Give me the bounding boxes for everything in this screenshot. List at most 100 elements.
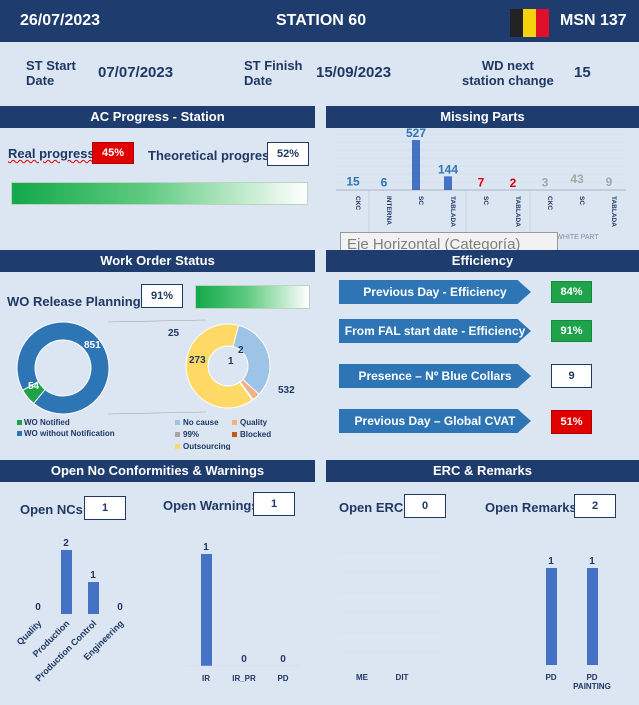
missing-parts-value: 7 [478, 175, 485, 189]
open-remarks-label: Open Remarks [485, 500, 577, 515]
missing-parts-bar [412, 140, 420, 190]
missing-parts-category: SC [482, 196, 489, 205]
bar [88, 582, 99, 614]
top-bar: 26/07/2023 STATION 60 MSN 137 [0, 0, 639, 42]
bar-category: IR_PR [232, 674, 256, 683]
wo-donut-charts: 851 54 25 273 21 532 WO Notified WO without Not… [16, 319, 295, 451]
open-ncs-label: Open NCs [20, 502, 83, 517]
connector-line [107, 411, 207, 415]
missing-parts-category: INTERNA [385, 196, 392, 225]
legend-swatch [17, 431, 22, 436]
legend-swatch [232, 420, 237, 425]
missing-parts-chart-area: 15 CKC 6 INTERNA 527 SC 144 TABLADA 7 SC 2 TABLADA 3… [326, 126, 639, 248]
bar-value: 0 [241, 654, 247, 665]
bar-value: 0 [280, 654, 286, 665]
eff-row-2-label: Presence – Nº Blue Collars [339, 364, 531, 388]
bar-category: IR [202, 674, 210, 683]
legend-label: WO Notified [24, 418, 70, 427]
missing-parts-category: TABLADA [610, 196, 617, 227]
bar-category: PD [586, 673, 597, 682]
donut2-label: 1 [228, 356, 234, 367]
legend-swatch [175, 432, 180, 437]
bar [587, 568, 598, 665]
legend-label: Outsourcing [183, 442, 231, 450]
open-warnings-label: Open Warnings [163, 498, 259, 513]
bar-value: 0 [35, 602, 41, 613]
missing-parts-value: 144 [438, 162, 458, 176]
station-title: STATION 60 [276, 12, 367, 29]
donut2-label: 273 [189, 355, 206, 366]
real-progress-label: Real progress [8, 146, 95, 161]
eff-row-3-value: 51% [551, 410, 592, 434]
wo-release-bar [195, 285, 310, 309]
legend-label: No cause [183, 418, 219, 427]
open-erc-value: 0 [404, 494, 446, 518]
bar [61, 550, 72, 614]
nc-charts: 0Quality2Production1Production Control0E… [15, 538, 300, 683]
efficiency-header: Efficiency [326, 250, 639, 272]
erc-charts-area: ME DIT 1 PD 1 PD PAINTING [326, 525, 639, 700]
missing-parts-category: TABLADA [449, 196, 456, 227]
start-date-value: 07/07/2023 [98, 64, 174, 81]
wd-next-value: 15 [574, 64, 591, 81]
eff-row-3-label: Previous Day – Global CVAT [339, 409, 531, 433]
bar [201, 554, 212, 666]
bar-category: DIT [396, 673, 409, 682]
donut2-label: 25 [168, 328, 180, 339]
start-date-label: ST Start Date [26, 58, 76, 88]
legend-label: Blocked [240, 430, 271, 439]
connector-line [107, 319, 207, 323]
open-remarks-value: 2 [574, 494, 616, 518]
missing-parts-category: CKC [546, 196, 553, 210]
ac-progress-header: AC Progress - Station [0, 106, 315, 128]
nc-charts-area: 0 Quality 2 Production 1 Production Control 0 E… [0, 525, 315, 700]
bar [546, 568, 557, 665]
missing-parts-header: Missing Parts [326, 106, 639, 128]
bar-category: PD [277, 674, 288, 683]
real-progress-value: 45% [92, 142, 134, 164]
missing-parts-category: TABLADA [514, 196, 521, 227]
eff-row-1-label: From FAL start date - Efficiency [339, 319, 531, 343]
missing-parts-value: 6 [381, 175, 388, 189]
missing-parts-value: 9 [606, 175, 613, 189]
report-date: 26/07/2023 [20, 12, 101, 29]
missing-parts-group: WHITE PART [556, 234, 599, 241]
belgium-flag-icon [510, 9, 549, 37]
eff-row-0-label: Previous Day - Efficiency [339, 280, 531, 304]
theoretical-progress-label: Theoretical progress [148, 148, 277, 163]
missing-parts-value: 3 [542, 176, 549, 190]
erc-header: ERC & Remarks [326, 460, 639, 482]
theoretical-progress-value: 52% [267, 142, 309, 166]
msn-label: MSN 137 [560, 12, 627, 29]
eff-row-0-value: 84% [551, 281, 592, 303]
legend-swatch [232, 432, 237, 437]
bar-value: 1 [203, 542, 209, 553]
missing-parts-value: 15 [346, 175, 360, 189]
bar-category: ME [356, 673, 369, 682]
missing-parts-category: CKC [354, 196, 361, 210]
bar-value: 1 [90, 570, 96, 581]
finish-date-label: ST Finish Date [244, 58, 303, 88]
donut2-label: 532 [278, 385, 295, 396]
legend-label: WO without Notification [24, 429, 115, 438]
finish-date-value: 15/09/2023 [316, 64, 392, 81]
missing-parts-chart: 15 CKC 6 INTERNA 527 SC 144 TABLADA 7 SC 2 TABLADA 3… [336, 126, 626, 241]
missing-parts-category: SC [417, 196, 424, 205]
legend-swatch [175, 444, 180, 449]
donut2-label: 2 [238, 345, 244, 356]
legend-label: Quality [240, 418, 268, 427]
missing-parts-category: SC [578, 196, 585, 205]
wo-release-label: WO Release Planning [7, 294, 141, 309]
work-order-header: Work Order Status [0, 250, 315, 272]
eff-row-1-value: 91% [551, 320, 592, 342]
open-ncs-value: 1 [84, 496, 126, 520]
nc-header: Open No Conformities & Warnings [0, 460, 315, 482]
missing-parts-value: 43 [570, 172, 584, 186]
donut1-label: 54 [28, 381, 40, 392]
eff-row-2-value: 9 [551, 364, 592, 388]
bar-category: PD [545, 673, 556, 682]
wo-donuts: 851 54 25 273 2 1 532 WO Notified WO without Not… [0, 310, 315, 451]
legend-swatch [17, 420, 22, 425]
missing-parts-value: 527 [406, 128, 426, 140]
missing-parts-bar [444, 176, 452, 190]
